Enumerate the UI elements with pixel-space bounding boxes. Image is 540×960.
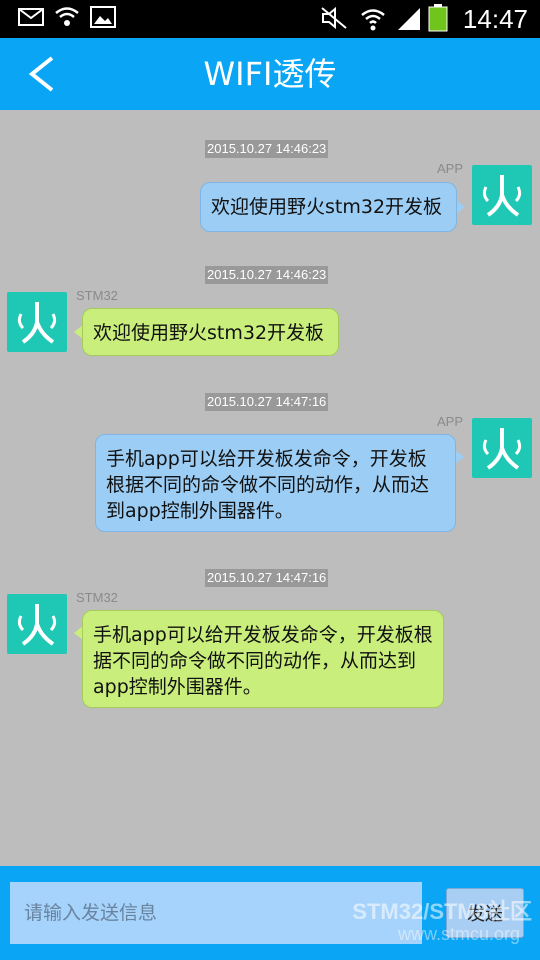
stm32-avatar[interactable] [7,292,67,352]
fire-logo-icon [17,604,57,646]
app-header: WIFI透传 [0,38,540,110]
message-sender: APP [437,414,464,429]
message-sender: STM32 [76,288,118,303]
message-timestamp: 2015.10.27 14:46:23 [205,140,329,158]
message-bubble-stm32[interactable]: 欢迎使用野火stm32开发板 [82,308,339,356]
chat-area[interactable]: 2015.10.27 14:46:23 APP 欢迎使用野火stm32开发板 2… [0,110,540,866]
send-button[interactable]: 发送 [446,888,524,938]
page-title: WIFI透传 [203,55,337,93]
message-input[interactable] [10,882,422,944]
wifi-icon [54,6,80,35]
message-sender: STM32 [76,590,118,605]
app-avatar[interactable] [472,418,532,478]
app-avatar[interactable] [472,165,532,225]
fire-logo-icon [482,175,522,217]
mail-icon [18,6,44,35]
battery-icon [428,4,448,39]
message-bubble-stm32[interactable]: 手机app可以给开发板发命令，开发板根据不同的命令做不同的动作，从而达到app控… [82,610,444,708]
message-sender: APP [437,161,464,176]
fire-logo-icon [17,302,57,344]
bubble-tail [455,450,464,464]
composer-bar: 发送 STM32/STM8社区 www.stmcu.org [0,866,540,960]
stm32-avatar[interactable] [7,594,67,654]
bubble-tail [456,200,465,214]
message-timestamp: 2015.10.27 14:47:16 [205,393,329,411]
message-timestamp: 2015.10.27 14:46:23 [205,266,329,284]
status-time: 14:47 [462,4,528,34]
status-bar: 14:47 [0,0,540,38]
message-bubble-app[interactable]: 欢迎使用野火stm32开发板 [200,182,457,232]
wifi-signal-icon [360,6,386,39]
silent-icon [320,6,348,37]
image-icon [90,6,116,35]
message-timestamp: 2015.10.27 14:47:16 [205,569,329,587]
message-bubble-app[interactable]: 手机app可以给开发板发命令，开发板根据不同的命令做不同的动作，从而达到app控… [95,434,456,532]
fire-logo-icon [482,428,522,470]
cell-signal-icon [396,6,422,39]
